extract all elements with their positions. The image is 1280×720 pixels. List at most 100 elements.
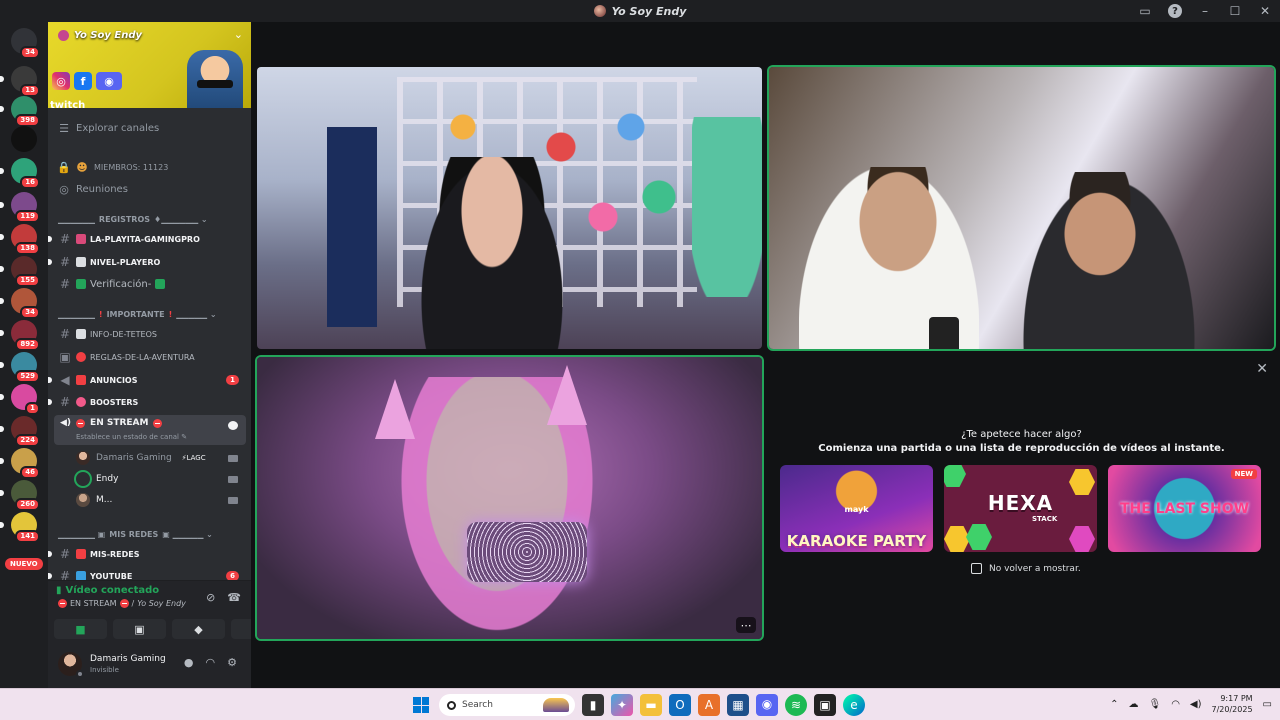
category-mis-redes[interactable]: ▁▁▁▁▁▁ ▣ MIS REDES ▣ ▁▁▁▁▁ ⌄ <box>58 530 248 539</box>
microphone-icon[interactable]: 🎙 <box>1148 699 1161 710</box>
category-importante[interactable]: ▁▁▁▁▁▁! IMPORTANTE! ▁▁▁▁▁ ⌄ <box>58 310 248 319</box>
meetings-channel[interactable]: ◎ Reuniones <box>58 183 128 196</box>
new-badge[interactable]: NUEVO <box>5 558 43 570</box>
video-tile[interactable] <box>257 67 762 349</box>
task-view-icon[interactable]: ▮ <box>582 694 604 716</box>
activities-button[interactable]: ◆ <box>172 619 225 639</box>
server-tag-text: LAGC <box>186 454 206 462</box>
channel-info-de-teteos[interactable]: # INFO-DE-TETEOS <box>48 324 251 344</box>
disconnect-icon[interactable]: ☎ <box>227 591 241 604</box>
help-icon[interactable]: ? <box>1160 0 1190 22</box>
server-icon[interactable]: 16 <box>0 158 40 189</box>
channel-status-prompt[interactable]: Establece un estado de canal ✎ <box>76 433 187 441</box>
chevron-down-icon[interactable]: ⌄ <box>234 28 243 41</box>
windows-start-icon[interactable] <box>410 694 432 716</box>
spotify-icon[interactable]: ≋ <box>785 694 807 716</box>
unread-indicator <box>48 551 52 557</box>
soundboard-button[interactable]: ✧ <box>231 619 251 639</box>
channel-nivel-playero[interactable]: # NIVEL-PLAYERO <box>48 252 251 272</box>
close-window-button[interactable]: ✕ <box>1250 0 1280 22</box>
server-icon[interactable]: 34 <box>0 288 40 319</box>
headphones-icon[interactable]: ◠ <box>206 656 216 669</box>
voice-user[interactable]: Damaris Gaming ⚡LAGC <box>76 449 246 467</box>
instagram-icon: ◎ <box>52 72 70 90</box>
server-name[interactable]: Yo Soy Endy <box>58 30 142 41</box>
voice-status[interactable]: ▮ Vídeo conectado <box>56 585 159 596</box>
category-registros[interactable]: ▁▁▁▁▁▁ REGISTROS ♦▁▁▁▁▁▁ ⌄ <box>58 215 248 224</box>
game-card-hexa[interactable]: HEXA STACK <box>944 465 1097 552</box>
clock[interactable]: 9:17 PM 7/20/2025 <box>1212 693 1253 715</box>
channel-verificacion[interactable]: # Verificación- <box>48 274 251 294</box>
explore-channels[interactable]: ☰ Explorar canales <box>58 122 159 135</box>
checkbox[interactable] <box>971 563 982 574</box>
edge-icon[interactable]: e <box>843 694 865 716</box>
server-icon[interactable]: 1 <box>0 384 40 415</box>
server-icon[interactable]: 529 <box>0 352 40 383</box>
user-controls: ● ◠ ⚙ <box>184 656 237 669</box>
server-icon[interactable]: 46 <box>0 448 40 479</box>
people-icon: ☻ <box>76 160 88 174</box>
server-icon[interactable]: 398 <box>0 96 40 127</box>
voice-location[interactable]: EN STREAM / Yo Soy Endy <box>58 599 186 608</box>
server-icon[interactable]: 13 <box>0 66 40 97</box>
copilot-icon[interactable]: ✦ <box>611 694 633 716</box>
app-icon[interactable]: A <box>698 694 720 716</box>
voice-user[interactable]: Endy <box>76 470 246 488</box>
voice-user[interactable]: M... <box>76 491 246 509</box>
direct-messages-icon[interactable]: 34 <box>11 28 40 59</box>
screen-share-button[interactable]: ▣ <box>113 619 166 639</box>
activity-question: ¿Te apetece hacer algo? <box>961 429 1082 440</box>
volume-icon[interactable]: ◀) <box>1190 699 1202 710</box>
microphone-icon[interactable]: ● <box>184 656 194 669</box>
outlook-icon[interactable]: O <box>669 694 691 716</box>
cloud-icon[interactable]: ☁ <box>1128 699 1138 710</box>
app-icon[interactable]: ▣ <box>814 694 836 716</box>
server-icon[interactable] <box>11 126 37 152</box>
gear-icon[interactable]: ⚙ <box>227 656 237 669</box>
channel-label: MIS-REDES <box>90 549 140 559</box>
voice-user-name: M... <box>96 495 113 505</box>
file-explorer-icon[interactable]: ▬ <box>640 694 662 716</box>
game-card-last-show[interactable]: THE LAST SHOW NEW <box>1108 465 1261 552</box>
channel-mis-redes[interactable]: # MIS-REDES <box>48 544 251 564</box>
chevron-up-icon[interactable]: ⌃ <box>1110 699 1118 710</box>
video-tile-speaking[interactable] <box>769 67 1274 349</box>
channel-anuncios[interactable]: ◀ ANUNCIOS 1 <box>48 370 251 390</box>
server-icon[interactable]: 260 <box>0 480 40 511</box>
server-icon[interactable]: 138 <box>0 224 40 255</box>
dont-show-again[interactable]: No volver a mostrar. <box>971 563 1081 574</box>
notification-icon[interactable]: ▭ <box>1263 699 1272 710</box>
maximize-button[interactable]: ☐ <box>1220 0 1250 22</box>
badge: 141 <box>15 530 40 543</box>
system-tray: ⌃ ☁ 🎙 ◠ ◀) 9:17 PM 7/20/2025 ▭ <box>1110 693 1272 715</box>
more-options-icon[interactable]: ⋯ <box>736 617 756 633</box>
server-icon[interactable]: 119 <box>0 192 40 223</box>
camera-button[interactable]: ■ <box>54 619 107 639</box>
server-icon[interactable]: 155 <box>0 256 40 287</box>
chat-bubble-icon[interactable] <box>228 421 238 430</box>
close-icon[interactable]: ✕ <box>1256 361 1268 377</box>
server-icon[interactable]: 224 <box>0 416 40 447</box>
unread-indicator <box>0 522 4 528</box>
inbox-icon[interactable]: ▭ <box>1130 0 1160 22</box>
user-name[interactable]: Damaris Gaming <box>90 654 166 664</box>
channel-reglas[interactable]: ▣ REGLAS-DE-LA-AVENTURA <box>48 347 251 367</box>
server-icon[interactable]: 892 <box>0 320 40 351</box>
server-banner[interactable]: Yo Soy Endy ⌄ ◎ f ◉ twitch <box>48 22 251 108</box>
members-count[interactable]: 🔒 ☻ MIEMBROS: 11123 <box>57 160 168 174</box>
channel-la-playita[interactable]: # LA-PLAYITA-GAMINGPRO <box>48 229 251 249</box>
unread-indicator <box>0 394 4 400</box>
channel-label: LA-PLAYITA-GAMINGPRO <box>90 234 200 244</box>
channel-boosters[interactable]: # BOOSTERS <box>48 392 251 412</box>
noise-suppression-icon[interactable]: ⊘ <box>206 591 215 604</box>
video-tile-speaking[interactable]: ⋯ <box>257 357 762 639</box>
discord-taskbar-icon[interactable]: ◉ <box>756 694 778 716</box>
minimize-button[interactable]: – <box>1190 0 1220 22</box>
voice-user-name: Damaris Gaming <box>96 453 172 463</box>
wifi-icon[interactable]: ◠ <box>1171 699 1180 710</box>
game-card-karaoke[interactable]: mayk KARAOKE PARTY <box>780 465 933 552</box>
server-icon[interactable]: 141 <box>0 512 40 543</box>
voice-channel-en-stream[interactable]: ◀) EN STREAM Establece un estado de cana… <box>54 415 246 445</box>
store-icon[interactable]: ▦ <box>727 694 749 716</box>
taskbar-search[interactable]: Search <box>439 694 575 716</box>
